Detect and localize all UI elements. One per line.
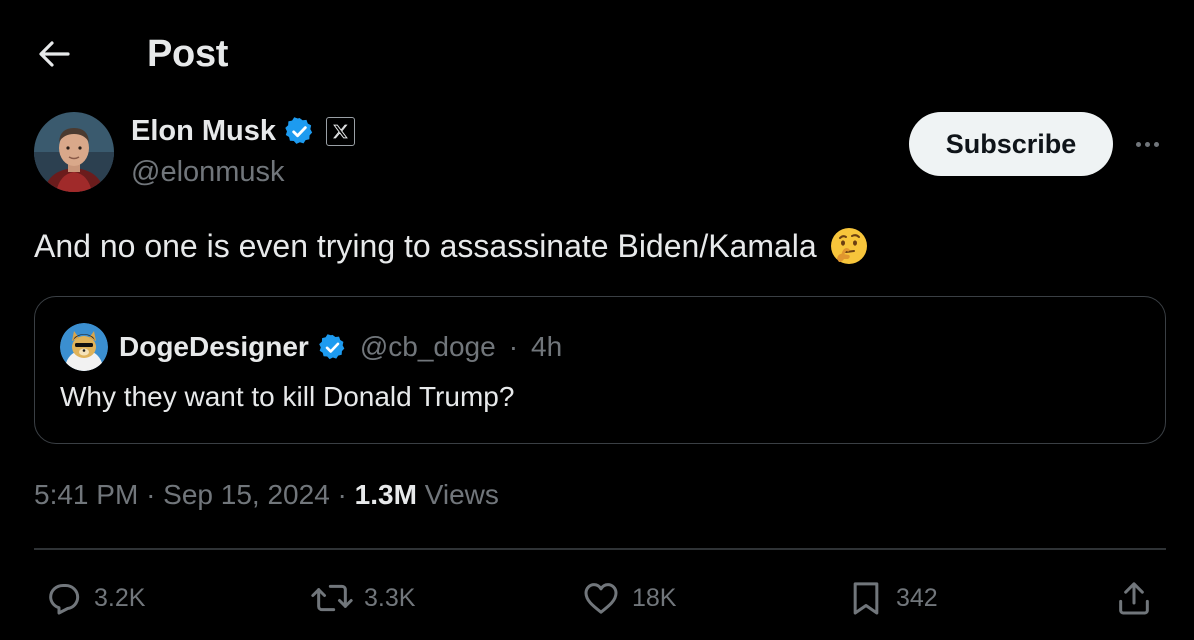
like-count: 18K (632, 583, 677, 612)
bookmark-count: 342 (896, 583, 938, 612)
post-text-row: And no one is even trying to assassinate… (34, 226, 869, 266)
quoted-author-name[interactable]: DogeDesigner (119, 331, 309, 363)
top-bar: Post (0, 0, 1194, 110)
quoted-avatar[interactable] (60, 323, 108, 371)
more-options-button[interactable] (1127, 128, 1167, 160)
post-meta: 5:41 PM · Sep 15, 2024 · 1.3M Views (34, 479, 499, 511)
views-count: 1.3M (354, 479, 417, 510)
bookmark-button[interactable]: 342 (846, 570, 938, 626)
share-button[interactable] (1114, 570, 1154, 626)
thinking-face-emoji-icon (829, 226, 869, 266)
more-dot (1144, 141, 1150, 147)
meta-separator: · (508, 331, 519, 362)
post-time[interactable]: 5:41 PM (34, 479, 138, 510)
reply-count: 3.2K (94, 583, 146, 612)
meta-separator: · (146, 479, 164, 510)
author-name-row: Elon Musk (131, 115, 356, 148)
action-bar: 3.2K 3.3K 18K 342 (34, 570, 1166, 626)
views-label: Views (424, 479, 499, 510)
repost-button[interactable]: 3.3K (310, 570, 415, 626)
repost-icon (311, 584, 353, 612)
more-dot (1153, 141, 1159, 147)
quoted-post[interactable]: DogeDesigner @cb_doge · 4h Why they want… (34, 296, 1166, 444)
meta-separator: · (337, 479, 355, 510)
verified-badge-icon[interactable] (284, 116, 315, 147)
avatar[interactable] (34, 112, 114, 192)
reply-icon (49, 584, 80, 615)
verified-badge-icon[interactable] (318, 333, 347, 362)
author-name[interactable]: Elon Musk (131, 115, 276, 148)
divider (34, 548, 1166, 550)
back-button[interactable] (30, 34, 78, 74)
share-icon (1119, 582, 1149, 615)
quoted-post-age[interactable]: 4h (531, 331, 562, 363)
page-title: Post (147, 33, 229, 75)
quoted-post-text: Why they want to kill Donald Trump? (60, 381, 515, 412)
repost-count: 3.3K (364, 583, 416, 612)
subscribe-button[interactable]: Subscribe (909, 112, 1113, 176)
reply-button[interactable]: 3.2K (44, 570, 145, 626)
quoted-author-handle[interactable]: @cb_doge (360, 331, 496, 363)
post-date[interactable]: Sep 15, 2024 (163, 479, 330, 510)
post-author: Elon Musk @elonmusk Subscribe (34, 112, 1164, 194)
more-dot (1135, 141, 1141, 147)
post-text: And no one is even trying to assassinate… (34, 227, 817, 264)
bookmark-icon (853, 582, 879, 615)
quoted-post-header: DogeDesigner @cb_doge · 4h (60, 323, 562, 371)
heart-icon (584, 583, 618, 614)
author-handle[interactable]: @elonmusk (131, 156, 285, 189)
arrow-left-icon (39, 41, 70, 67)
like-button[interactable]: 18K (580, 570, 676, 626)
x-logo-icon[interactable] (326, 117, 356, 146)
